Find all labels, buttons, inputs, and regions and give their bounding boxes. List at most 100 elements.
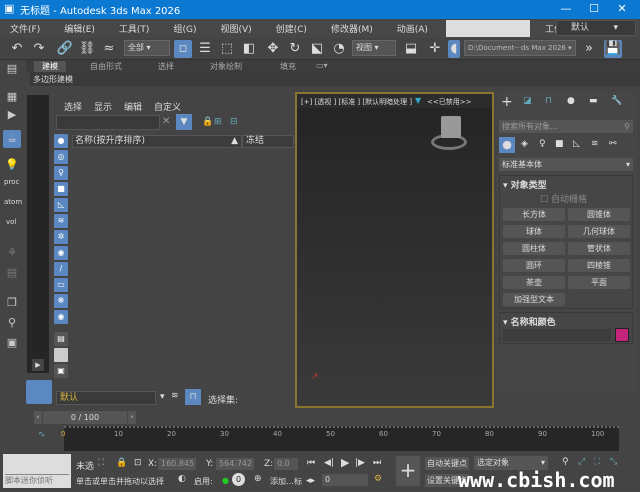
lock-icon[interactable]: 🔒 bbox=[202, 117, 213, 127]
menu-group[interactable]: 组(G) bbox=[173, 22, 196, 35]
window-crossing-icon[interactable]: ◧ bbox=[240, 40, 258, 58]
scene-states-icon[interactable]: ▦ bbox=[3, 88, 21, 106]
zoom-all-icon[interactable]: ⤢ bbox=[578, 457, 585, 467]
rect-selection-icon[interactable]: ⬚ bbox=[218, 40, 236, 58]
menu-edit[interactable]: 编辑(E) bbox=[64, 22, 95, 35]
undo-icon[interactable]: ↶ bbox=[8, 40, 26, 58]
cone-button[interactable]: 圆锥体 bbox=[568, 208, 630, 221]
move-icon[interactable]: ✥ bbox=[264, 40, 282, 58]
search-all-objects-input[interactable]: 搜索所有对象... ⚲ bbox=[499, 120, 633, 133]
hierarchy-tree-icon[interactable]: ⊞ bbox=[214, 117, 222, 127]
layer-explorer-icon[interactable] bbox=[26, 380, 52, 404]
layer-dropdown[interactable]: 默认 bbox=[56, 391, 156, 405]
motion-tab-icon[interactable]: ● bbox=[567, 96, 575, 106]
rollout-name-color-title[interactable]: ▾ 名称和颜色 bbox=[503, 315, 556, 328]
x-coordinate-field[interactable]: 160.845 bbox=[158, 458, 196, 470]
geometry-filter-icon[interactable]: ● bbox=[54, 134, 68, 148]
object-color-swatch[interactable] bbox=[615, 328, 629, 342]
helpers-filter-icon[interactable]: ◺ bbox=[54, 198, 68, 212]
selection-lock-icon[interactable]: 🔒 bbox=[116, 458, 127, 468]
zoom-extents-all-icon[interactable]: ⤡ bbox=[610, 457, 617, 467]
tab-populate[interactable]: 填充 bbox=[280, 61, 296, 72]
torus-button[interactable]: 圆环 bbox=[503, 259, 565, 272]
play-icon[interactable]: ▶ bbox=[341, 456, 349, 469]
cameras-icon[interactable]: ■ bbox=[555, 139, 564, 149]
viewcube[interactable] bbox=[441, 116, 461, 138]
link-icon[interactable]: 🔗 bbox=[56, 40, 74, 58]
time-slider[interactable]: 0 / 100 bbox=[43, 411, 127, 424]
absolute-mode-icon[interactable]: ⊡ bbox=[134, 458, 142, 468]
object-name-input[interactable] bbox=[503, 329, 611, 341]
category-dropdown[interactable]: 标准基本体 ▾ bbox=[499, 158, 633, 171]
menu-file[interactable]: 文件(F) bbox=[10, 22, 40, 35]
menu-tools[interactable]: 工具(T) bbox=[119, 22, 150, 35]
lights-filter-icon[interactable]: ♀ bbox=[54, 166, 68, 180]
select-object-icon[interactable]: ▫ bbox=[174, 40, 192, 58]
time-config-icon[interactable]: ⚙ bbox=[374, 474, 382, 484]
plane-button[interactable]: 平面 bbox=[568, 276, 630, 289]
shapes-filter-icon[interactable]: ◎ bbox=[54, 150, 68, 164]
prev-frame-icon[interactable]: ◀| bbox=[324, 458, 334, 468]
tab-modeling[interactable]: 建模 bbox=[34, 61, 66, 72]
groups-filter-icon[interactable]: ✲ bbox=[54, 230, 68, 244]
maximize-button[interactable]: ☐ bbox=[584, 2, 604, 15]
time-prev-button[interactable]: ‹ bbox=[34, 411, 42, 424]
isolate-icon[interactable]: ⛶ bbox=[98, 458, 104, 468]
hidden-filter-icon[interactable]: ◉ bbox=[54, 310, 68, 324]
se-menu-display[interactable]: 显示 bbox=[94, 100, 112, 113]
close-button[interactable]: ✕ bbox=[612, 2, 632, 15]
login-button[interactable]: 登录 ▾ bbox=[446, 20, 530, 37]
modify-tab-icon[interactable]: ◪ bbox=[523, 96, 532, 106]
hierarchy-icon[interactable]: ⚘ bbox=[3, 244, 21, 262]
box-button[interactable]: 长方体 bbox=[503, 208, 565, 221]
menu-create[interactable]: 创建(C) bbox=[276, 22, 307, 35]
adaptive-degradation-icon[interactable]: ◐ bbox=[178, 474, 186, 484]
goto-start-icon[interactable]: ⏮ bbox=[307, 458, 315, 468]
key-mode-icon[interactable]: ◂▸ bbox=[306, 476, 315, 486]
hierarchy-tab-icon[interactable]: ⊓ bbox=[545, 96, 552, 106]
tube-button[interactable]: 管状体 bbox=[568, 242, 630, 255]
keyboard-shortcut-icon[interactable]: ◖ bbox=[448, 40, 460, 58]
proc-label[interactable]: proc bbox=[4, 178, 19, 186]
hierarchy-mode-icon[interactable]: ⊓ bbox=[185, 389, 201, 405]
workspace-dropdown[interactable]: 默认 ▾ bbox=[556, 20, 636, 36]
freeze-column-header[interactable]: 冻结 bbox=[242, 135, 294, 148]
unlink-icon[interactable]: ⛓ bbox=[78, 40, 96, 58]
redo-icon[interactable]: ↷ bbox=[30, 40, 48, 58]
save-icon[interactable]: 💾 bbox=[604, 40, 622, 58]
schematic-icon[interactable]: ▣ bbox=[3, 334, 21, 352]
select-by-name-icon[interactable]: ☰ bbox=[196, 40, 214, 58]
copies-icon[interactable]: ❐ bbox=[3, 294, 21, 312]
viewport-filter-icon[interactable]: ▼ bbox=[415, 96, 421, 105]
toolbar-more[interactable]: » bbox=[580, 40, 598, 58]
set-key-icon[interactable]: + bbox=[396, 456, 420, 486]
scene-search-input[interactable] bbox=[56, 115, 160, 130]
y-coordinate-field[interactable]: 564.742 bbox=[216, 458, 254, 470]
lights-icon[interactable]: ⚲ bbox=[3, 314, 21, 332]
autogrid-checkbox[interactable]: ☐ 自动栅格 bbox=[540, 192, 587, 205]
rotate-icon[interactable]: ↻ bbox=[286, 40, 304, 58]
bones-filter-icon[interactable]: / bbox=[54, 262, 68, 276]
pyramid-button[interactable]: 四棱锥 bbox=[568, 259, 630, 272]
selection-filter-dropdown[interactable]: 全部 ▾ bbox=[124, 40, 170, 56]
viewport-perspective[interactable]: [+] [透视 ] [标准 ] [默认明暗处理 ] ▼ <<已禁用>> ↗ bbox=[295, 92, 494, 408]
sphere-button[interactable]: 球体 bbox=[503, 225, 565, 238]
display-tab-icon[interactable]: ▬ bbox=[589, 96, 598, 106]
display-none-icon[interactable] bbox=[54, 348, 68, 362]
tab-selection[interactable]: 选择 bbox=[158, 61, 174, 72]
render-icon[interactable]: ▶ bbox=[3, 106, 21, 124]
menu-animation[interactable]: 动画(A) bbox=[397, 22, 428, 35]
geosphere-button[interactable]: 几何球体 bbox=[568, 225, 630, 238]
atom-label[interactable]: atom bbox=[4, 198, 22, 206]
xrefs-filter-icon[interactable]: ◉ bbox=[54, 246, 68, 260]
shapes-icon[interactable]: ◈ bbox=[521, 139, 528, 149]
menu-modifiers[interactable]: 修改器(M) bbox=[331, 22, 373, 35]
display-all-icon[interactable]: ▤ bbox=[54, 332, 68, 346]
rollout-object-type-title[interactable]: ▾ 对象类型 bbox=[503, 178, 547, 191]
viewport-label[interactable]: [+] [透视 ] [标准 ] [默认明暗处理 ] bbox=[301, 97, 412, 107]
clear-search-icon[interactable]: ✕ bbox=[162, 116, 170, 127]
z-coordinate-field[interactable]: 0.0 bbox=[274, 458, 298, 470]
layers-icon[interactable]: ≋ bbox=[171, 391, 179, 401]
geometry-icon[interactable]: ● bbox=[499, 137, 515, 153]
se-menu-edit[interactable]: 编辑 bbox=[124, 100, 142, 113]
